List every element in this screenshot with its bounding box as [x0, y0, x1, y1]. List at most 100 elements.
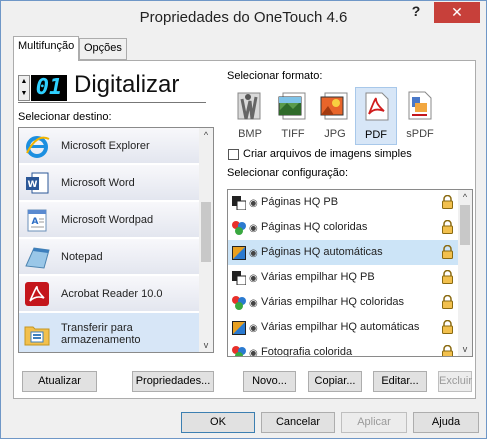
list-item[interactable]: Notepad — [19, 239, 201, 275]
eye-icon[interactable]: ◉ — [249, 298, 258, 309]
copy-button[interactable]: Copiar... — [308, 371, 362, 392]
list-item[interactable]: ◉ Páginas HQ coloridas — [228, 215, 460, 240]
destination-label: Selecionar destino: — [18, 111, 112, 123]
configuration-item-label: Várias empilhar HQ automáticas — [261, 321, 420, 333]
ok-button[interactable]: OK — [181, 412, 255, 433]
eye-icon[interactable]: ◉ — [249, 348, 258, 356]
eye-icon[interactable]: ◉ — [249, 323, 258, 334]
format-spdf[interactable]: sPDF — [399, 87, 441, 145]
notepad-icon — [25, 247, 50, 269]
format-tiff[interactable]: TIFF — [273, 87, 313, 145]
list-item[interactable]: ◉ Várias empilhar HQ automáticas — [228, 315, 460, 340]
title-bar: Propriedades do OneTouch 4.6 ? ✕ — [1, 1, 486, 31]
update-button[interactable]: Atualizar — [22, 371, 97, 392]
chevron-up-icon[interactable]: ^ — [199, 128, 213, 142]
color-page-icon — [232, 296, 246, 310]
destination-item-label: Microsoft Wordpad — [61, 214, 154, 226]
divider — [18, 102, 206, 103]
storage-folder-icon — [24, 326, 50, 346]
help-dialog-button[interactable]: Ajuda — [413, 412, 479, 433]
word-icon: W — [26, 172, 49, 194]
chevron-down-icon[interactable]: v — [199, 338, 213, 352]
destination-item-label: Notepad — [61, 251, 103, 263]
properties-dialog: Propriedades do OneTouch 4.6 ? ✕ Multifu… — [0, 0, 487, 439]
delete-button[interactable]: Excluir — [438, 371, 472, 392]
lock-icon — [442, 270, 453, 284]
eye-icon[interactable]: ◉ — [249, 198, 258, 209]
format-bmp[interactable]: BMP — [230, 87, 270, 145]
tab-multifuncao[interactable]: Multifunção — [13, 36, 79, 61]
configuration-item-label: Várias empilhar HQ PB — [261, 271, 375, 283]
list-item[interactable]: ◉ Páginas HQ automáticas — [228, 240, 460, 265]
chevron-down-icon[interactable]: v — [458, 342, 472, 356]
bw-page-icon — [232, 271, 246, 285]
lock-icon — [442, 320, 453, 334]
svg-text:A: A — [32, 217, 39, 227]
scroll-thumb[interactable] — [201, 202, 211, 262]
destination-scrollbar[interactable]: ^ v — [199, 128, 213, 352]
format-jpg-label: JPG — [324, 128, 346, 140]
list-item[interactable]: W Microsoft Word — [19, 165, 201, 201]
lock-icon — [442, 295, 453, 309]
format-pdf-label: PDF — [365, 129, 387, 141]
tiff-icon — [278, 92, 306, 120]
close-button[interactable]: ✕ — [434, 2, 480, 23]
tab-panel: ▲ ▼ 01 Digitalizar Selecionar destino: M… — [13, 60, 476, 399]
format-spdf-label: sPDF — [406, 128, 434, 140]
tab-opcoes[interactable]: Opções — [79, 38, 127, 60]
destination-item-label: Transferir para armazenamento — [61, 322, 141, 346]
cancel-button[interactable]: Cancelar — [261, 412, 335, 433]
properties-button[interactable]: Propriedades... — [132, 371, 214, 392]
wordpad-icon: A — [27, 209, 47, 232]
list-item[interactable]: ◉ Fotografia colorida — [228, 340, 460, 357]
help-button[interactable]: ? — [405, 3, 427, 23]
destination-list[interactable]: Microsoft Explorer W Microsoft Word A Mi… — [18, 127, 214, 353]
configuration-item-label: Páginas HQ automáticas — [261, 246, 383, 258]
color-page-icon — [232, 221, 246, 235]
list-item[interactable]: ◉ Páginas HQ PB — [228, 190, 460, 215]
auto-page-icon — [232, 246, 246, 260]
auto-page-icon — [232, 321, 246, 335]
acrobat-icon — [25, 282, 49, 306]
destination-item-label: Acrobat Reader 10.0 — [61, 288, 163, 300]
format-jpg[interactable]: JPG — [315, 87, 355, 145]
spdf-icon — [408, 91, 432, 120]
jpg-icon — [320, 92, 348, 120]
configuration-item-label: Várias empilhar HQ coloridas — [261, 296, 405, 308]
internet-explorer-icon — [26, 136, 50, 158]
apply-button[interactable]: Aplicar — [341, 412, 407, 433]
simple-images-checkbox-label: Criar arquivos de imagens simples — [243, 148, 412, 160]
mode-spinner[interactable]: ▲ ▼ — [18, 75, 30, 101]
eye-icon[interactable]: ◉ — [249, 273, 258, 284]
format-pdf[interactable]: PDF — [355, 87, 397, 145]
configuration-scrollbar[interactable]: ^ v — [458, 190, 472, 356]
configuration-item-label: Páginas HQ coloridas — [261, 221, 368, 233]
list-item[interactable]: Acrobat Reader 10.0 — [19, 276, 201, 312]
format-bmp-label: BMP — [238, 128, 262, 140]
configuration-item-label: Fotografia colorida — [261, 346, 353, 357]
scroll-thumb[interactable] — [460, 205, 470, 245]
eye-icon[interactable]: ◉ — [249, 248, 258, 259]
lock-icon — [442, 345, 453, 356]
mode-name: Digitalizar — [74, 71, 180, 98]
list-item[interactable]: A Microsoft Wordpad — [19, 202, 201, 238]
chevron-up-icon[interactable]: ▲ — [19, 76, 29, 88]
list-item[interactable]: ◉ Várias empilhar HQ PB — [228, 265, 460, 290]
chevron-down-icon[interactable]: ▼ — [19, 88, 29, 100]
bmp-icon — [237, 92, 261, 120]
chevron-up-icon[interactable]: ^ — [458, 190, 472, 204]
list-item[interactable]: Transferir para armazenamento — [19, 313, 201, 352]
bw-page-icon — [232, 196, 246, 210]
destination-item-label: Microsoft Explorer — [61, 140, 150, 152]
new-button[interactable]: Novo... — [243, 371, 296, 392]
format-label: Selecionar formato: — [227, 70, 323, 82]
configuration-list[interactable]: ◉ Páginas HQ PB ◉ Páginas HQ coloridas ◉… — [227, 189, 473, 357]
list-item[interactable]: Microsoft Explorer — [19, 128, 201, 164]
edit-button[interactable]: Editar... — [373, 371, 427, 392]
eye-icon[interactable]: ◉ — [249, 223, 258, 234]
svg-text:W: W — [28, 180, 38, 190]
list-item[interactable]: ◉ Várias empilhar HQ coloridas — [228, 290, 460, 315]
configuration-label: Selecionar configuração: — [227, 167, 349, 179]
format-tiff-label: TIFF — [281, 128, 305, 140]
simple-images-checkbox[interactable] — [228, 149, 239, 160]
